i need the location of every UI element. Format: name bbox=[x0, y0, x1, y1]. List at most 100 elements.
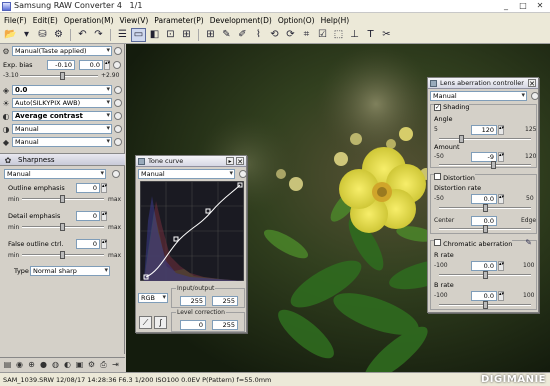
level-max-value[interactable]: 255 bbox=[212, 320, 238, 330]
undo-icon[interactable]: ↶ bbox=[75, 28, 90, 42]
fit-icon[interactable]: ⊞ bbox=[179, 28, 194, 42]
tone-curve-reset-button[interactable] bbox=[239, 170, 247, 178]
settings-icon[interactable]: ⚙ bbox=[86, 359, 97, 370]
check-icon[interactable]: ☑ bbox=[315, 28, 330, 42]
eyedropper-icon[interactable]: ✐ bbox=[235, 28, 250, 42]
lens-reset-button[interactable] bbox=[531, 92, 539, 100]
close-button[interactable]: ✕ bbox=[532, 1, 548, 12]
view-compare-icon[interactable]: ◧ bbox=[147, 28, 162, 42]
select-icon[interactable]: ⬚ bbox=[331, 28, 346, 42]
lens-icon[interactable]: ◉ bbox=[14, 359, 25, 370]
zoom-icon[interactable]: ⊡ bbox=[163, 28, 178, 42]
lens-mode-select[interactable]: Manual bbox=[430, 91, 527, 101]
tone-curve-titlebar[interactable]: Tone curve ▸ ✕ bbox=[136, 156, 246, 167]
develop-icon[interactable]: ⚙ bbox=[51, 28, 66, 42]
b-rate-value[interactable]: 0.0 bbox=[471, 291, 497, 301]
grid-icon[interactable]: ⊞ bbox=[203, 28, 218, 42]
menu-development[interactable]: Development(D) bbox=[209, 16, 273, 25]
menu-option[interactable]: Option(O) bbox=[277, 16, 316, 25]
menu-operation[interactable]: Operation(M) bbox=[63, 16, 115, 25]
white-balance-reset-button[interactable] bbox=[114, 99, 122, 107]
lens-close-button[interactable]: ✕ bbox=[528, 79, 536, 88]
save-icon[interactable]: ⛁ bbox=[35, 28, 50, 42]
contrast-select[interactable]: Average contrast bbox=[12, 111, 112, 121]
view-single-icon[interactable]: ▭ bbox=[131, 28, 146, 42]
center-edge-slider[interactable] bbox=[439, 225, 531, 233]
wb-value-reset-button[interactable] bbox=[114, 86, 122, 94]
distortion-rate-value[interactable]: 0.0 bbox=[471, 194, 497, 204]
color-ball-icon[interactable]: ● bbox=[38, 359, 49, 370]
angle-value[interactable]: 120 bbox=[471, 125, 497, 135]
linear-curve-button[interactable]: ⟋ bbox=[139, 316, 152, 329]
tone1-select[interactable]: Manual bbox=[12, 124, 112, 134]
tone2-select[interactable]: Manual bbox=[12, 137, 112, 147]
info-icon[interactable]: ▣ bbox=[74, 359, 85, 370]
redo-icon[interactable]: ↷ bbox=[91, 28, 106, 42]
sharp-type-select[interactable]: Normal sharp bbox=[30, 266, 110, 276]
false-outline-slider[interactable] bbox=[22, 251, 104, 259]
b-rate-spinner[interactable]: ▴▾ bbox=[498, 291, 504, 301]
view-list-icon[interactable]: ☰ bbox=[115, 28, 130, 42]
detail-emphasis-slider[interactable] bbox=[22, 223, 104, 231]
exp-bias-spinner[interactable]: ▴▾ bbox=[104, 60, 110, 70]
angle-slider[interactable] bbox=[439, 135, 531, 143]
tone2-reset-button[interactable] bbox=[114, 138, 122, 146]
false-outline-spinner[interactable]: ▴▾ bbox=[101, 239, 107, 249]
brush-icon[interactable]: ⌇ bbox=[251, 28, 266, 42]
white-balance-select[interactable]: Auto(SILKYPIX AWB) bbox=[12, 98, 112, 108]
crop-icon[interactable]: ⌗ bbox=[299, 28, 314, 42]
stamp-icon[interactable]: ⊥ bbox=[347, 28, 362, 42]
exp-bias-step[interactable]: 0.0 bbox=[79, 60, 103, 70]
io-input-value[interactable]: 255 bbox=[180, 296, 206, 306]
menu-view[interactable]: View(V) bbox=[119, 16, 150, 25]
eyedropper-icon[interactable]: ✎ bbox=[525, 238, 532, 247]
paint-icon[interactable]: ✎ bbox=[219, 28, 234, 42]
chromatic-checkbox[interactable] bbox=[434, 239, 441, 246]
distortion-checkbox[interactable] bbox=[434, 173, 441, 180]
histogram-icon[interactable]: ▤ bbox=[2, 359, 13, 370]
sharpness-reset-button[interactable] bbox=[112, 170, 120, 178]
shading-checkbox[interactable]: ✓ bbox=[434, 104, 441, 111]
r-rate-spinner[interactable]: ▴▾ bbox=[498, 261, 504, 271]
tone-icon[interactable]: ◐ bbox=[62, 359, 73, 370]
menu-edit[interactable]: Edit(E) bbox=[32, 16, 59, 25]
sharpness-header[interactable]: ✿ Sharpness bbox=[0, 153, 125, 166]
level-min-value[interactable]: 0 bbox=[180, 320, 206, 330]
tools-icon[interactable]: ✂ bbox=[379, 28, 394, 42]
minimize-button[interactable]: _ bbox=[498, 1, 514, 12]
wb-value-select[interactable]: 0.0 bbox=[12, 85, 112, 95]
palette-icon[interactable]: ◍ bbox=[50, 359, 61, 370]
outline-emphasis-spinner[interactable]: ▴▾ bbox=[101, 183, 107, 193]
tone-curve-close-button[interactable]: ✕ bbox=[236, 157, 244, 166]
contrast-reset-button[interactable] bbox=[114, 112, 122, 120]
outline-emphasis-value[interactable]: 0 bbox=[76, 183, 100, 193]
open-folder-icon[interactable]: 📂 bbox=[3, 28, 18, 42]
preset-select[interactable]: Manual(Taste applied) bbox=[12, 46, 112, 56]
tone1-reset-button[interactable] bbox=[114, 125, 122, 133]
print-icon[interactable]: ⎙ bbox=[98, 359, 109, 370]
detail-emphasis-value[interactable]: 0 bbox=[76, 211, 100, 221]
r-rate-value[interactable]: 0.0 bbox=[471, 261, 497, 271]
dropdown-icon[interactable]: ▾ bbox=[19, 28, 34, 42]
text-icon[interactable]: T bbox=[363, 28, 378, 42]
sharpness-mode-select[interactable]: Manual bbox=[4, 169, 106, 179]
preset-reset-button[interactable] bbox=[114, 47, 122, 55]
b-rate-slider[interactable] bbox=[439, 301, 531, 309]
distortion-rate-spinner[interactable]: ▴▾ bbox=[498, 194, 504, 204]
r-rate-slider[interactable] bbox=[439, 271, 531, 279]
outline-emphasis-slider[interactable] bbox=[22, 195, 104, 203]
angle-spinner[interactable]: ▴▾ bbox=[498, 125, 504, 135]
tone-curve-graph[interactable] bbox=[140, 181, 244, 281]
rotate-right-icon[interactable]: ⟳ bbox=[283, 28, 298, 42]
rotate-left-icon[interactable]: ⟲ bbox=[267, 28, 282, 42]
tone-curve-menu-button[interactable]: ▸ bbox=[226, 157, 234, 165]
menu-file[interactable]: File(F) bbox=[3, 16, 28, 25]
exp-bias-slider[interactable] bbox=[20, 72, 98, 80]
false-outline-value[interactable]: 0 bbox=[76, 239, 100, 249]
spline-curve-button[interactable]: ∫ bbox=[154, 316, 167, 329]
menu-parameter[interactable]: Parameter(P) bbox=[153, 16, 204, 25]
amount-slider[interactable] bbox=[439, 161, 531, 169]
menu-help[interactable]: Help(H) bbox=[320, 16, 351, 25]
tone-curve-mode-select[interactable]: Manual bbox=[138, 169, 235, 179]
io-output-value[interactable]: 255 bbox=[212, 296, 238, 306]
